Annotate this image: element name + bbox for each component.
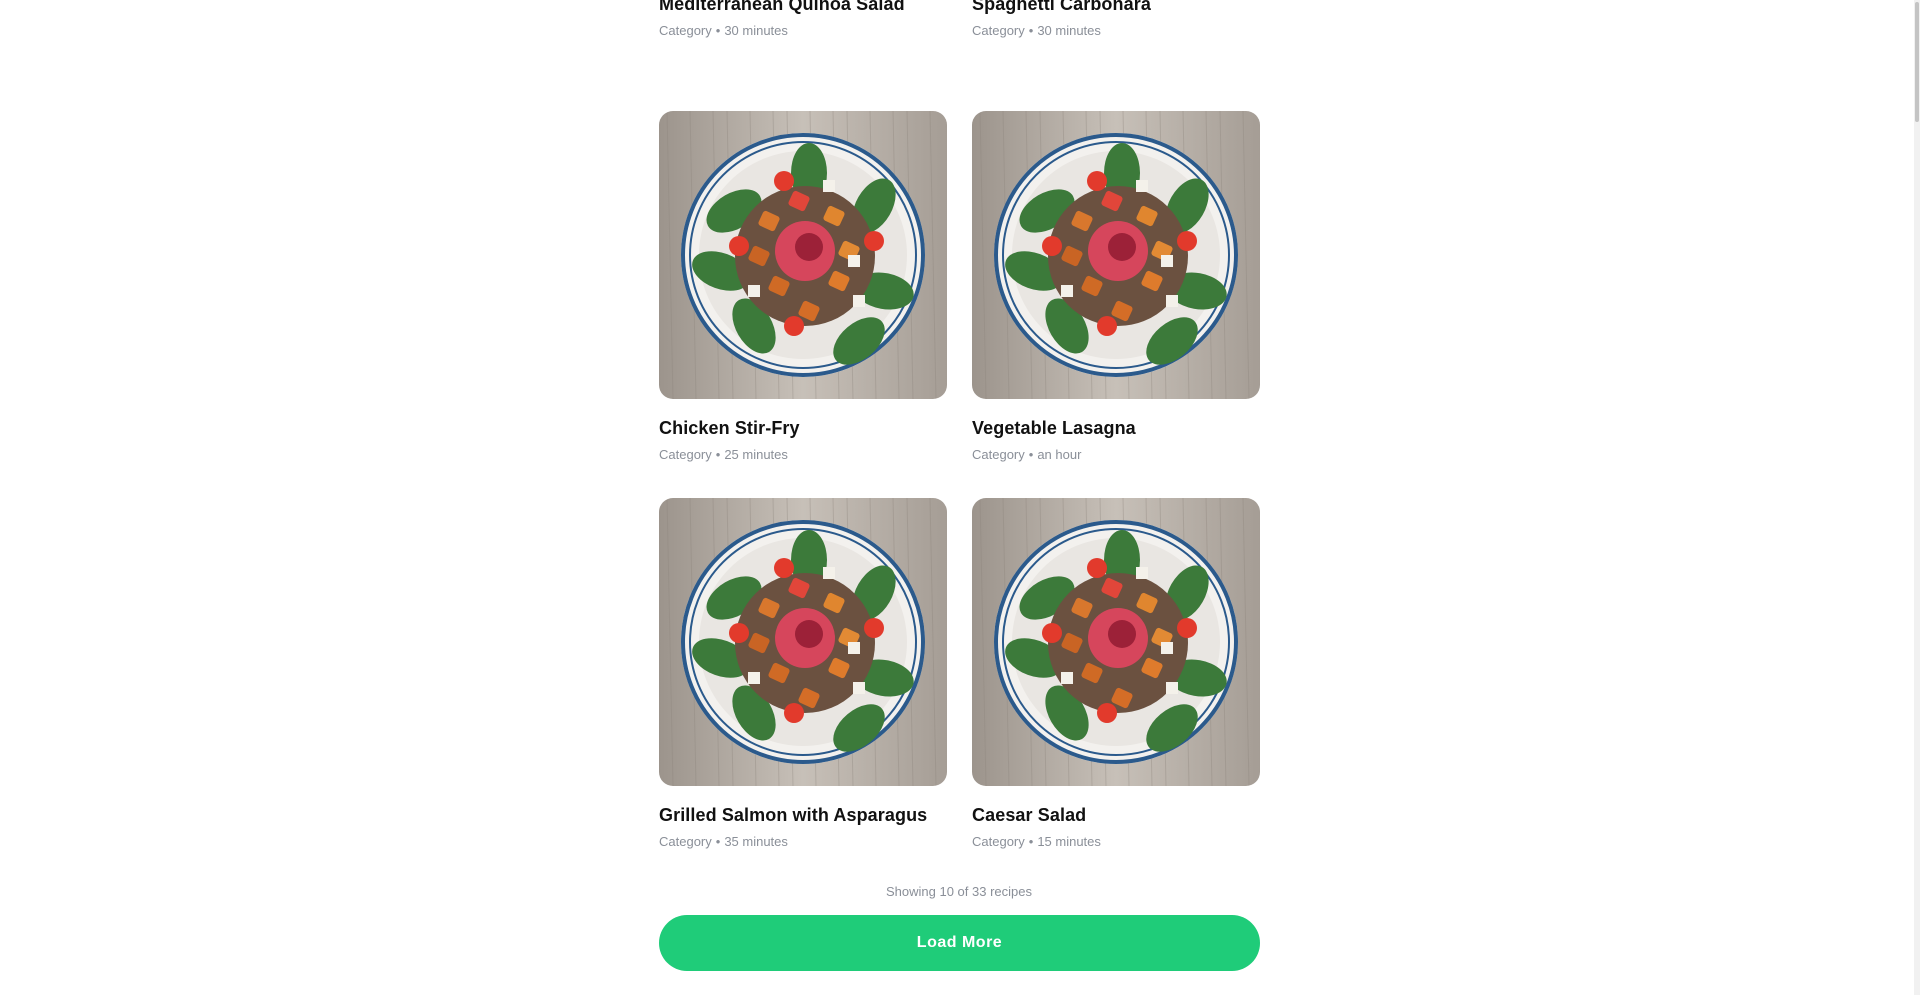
- recipe-title[interactable]: Mediterranean Quinoa Salad: [659, 0, 947, 15]
- recipe-meta: Category • 30 minutes: [659, 23, 947, 39]
- recipe-title[interactable]: Vegetable Lasagna: [972, 417, 1260, 439]
- recipe-meta: Category • 25 minutes: [659, 447, 947, 463]
- meta-separator: •: [715, 447, 721, 462]
- recipe-card[interactable]: Vegetable Lasagna Category • an hour: [972, 111, 1260, 463]
- recipe-time: an hour: [1037, 447, 1082, 462]
- recipes-page: Mediterranean Quinoa Salad Category • 30 m…: [0, 0, 1920, 995]
- salad-bowl-photo: [972, 498, 1260, 786]
- recipe-time: 15 minutes: [1037, 834, 1101, 849]
- recipe-list: Mediterranean Quinoa Salad Category • 30 m…: [659, 0, 1260, 849]
- meta-separator: •: [715, 23, 721, 38]
- recipe-image[interactable]: [972, 498, 1260, 786]
- recipe-meta: Category • an hour: [972, 447, 1260, 463]
- recipe-meta: Category • 15 minutes: [972, 834, 1260, 850]
- recipe-category: Category: [972, 834, 1025, 849]
- recipe-image[interactable]: [659, 498, 947, 786]
- salad-bowl-photo: [972, 111, 1260, 399]
- recipe-title[interactable]: Grilled Salmon with Asparagus: [659, 804, 947, 826]
- recipe-card[interactable]: Mediterranean Quinoa Salad Category • 30 m…: [659, 0, 947, 39]
- scrollbar[interactable]: [1914, 0, 1920, 995]
- meta-separator: •: [715, 834, 721, 849]
- meta-separator: •: [1028, 23, 1034, 38]
- recipe-time: 35 minutes: [724, 834, 788, 849]
- recipe-time: 25 minutes: [724, 447, 788, 462]
- salad-bowl-photo: [659, 498, 947, 786]
- recipe-category: Category: [659, 23, 712, 38]
- recipe-image[interactable]: [659, 111, 947, 399]
- recipe-time: 30 minutes: [1037, 23, 1101, 38]
- scrollbar-thumb[interactable]: [1915, 2, 1919, 122]
- recipe-card[interactable]: Caesar Salad Category • 15 minutes: [972, 498, 1260, 850]
- recipe-grid-row-2: Chicken Stir-Fry Category • 25 minutes Veg…: [659, 111, 1260, 463]
- recipe-title[interactable]: Spaghetti Carbonara: [972, 0, 1260, 15]
- recipe-card[interactable]: Grilled Salmon with Asparagus Category • 3…: [659, 498, 947, 850]
- recipe-grid-row-3: Grilled Salmon with Asparagus Category • 3…: [659, 498, 1260, 850]
- results-count: Showing 10 of 33 recipes: [886, 884, 1032, 899]
- recipe-category: Category: [659, 447, 712, 462]
- recipe-image[interactable]: [972, 111, 1260, 399]
- load-more-button[interactable]: Load More: [659, 915, 1260, 971]
- recipe-title[interactable]: Caesar Salad: [972, 804, 1260, 826]
- salad-bowl-photo: [659, 111, 947, 399]
- meta-separator: •: [1028, 834, 1034, 849]
- recipe-card[interactable]: Spaghetti Carbonara Category • 30 minutes: [972, 0, 1260, 39]
- recipe-title[interactable]: Chicken Stir-Fry: [659, 417, 947, 439]
- recipe-meta: Category • 35 minutes: [659, 834, 947, 850]
- recipe-category: Category: [659, 834, 712, 849]
- recipe-category: Category: [972, 447, 1025, 462]
- recipe-category: Category: [972, 23, 1025, 38]
- recipe-time: 30 minutes: [724, 23, 788, 38]
- meta-separator: •: [1028, 447, 1034, 462]
- recipe-card[interactable]: Chicken Stir-Fry Category • 25 minutes: [659, 111, 947, 463]
- recipe-meta: Category • 30 minutes: [972, 23, 1260, 39]
